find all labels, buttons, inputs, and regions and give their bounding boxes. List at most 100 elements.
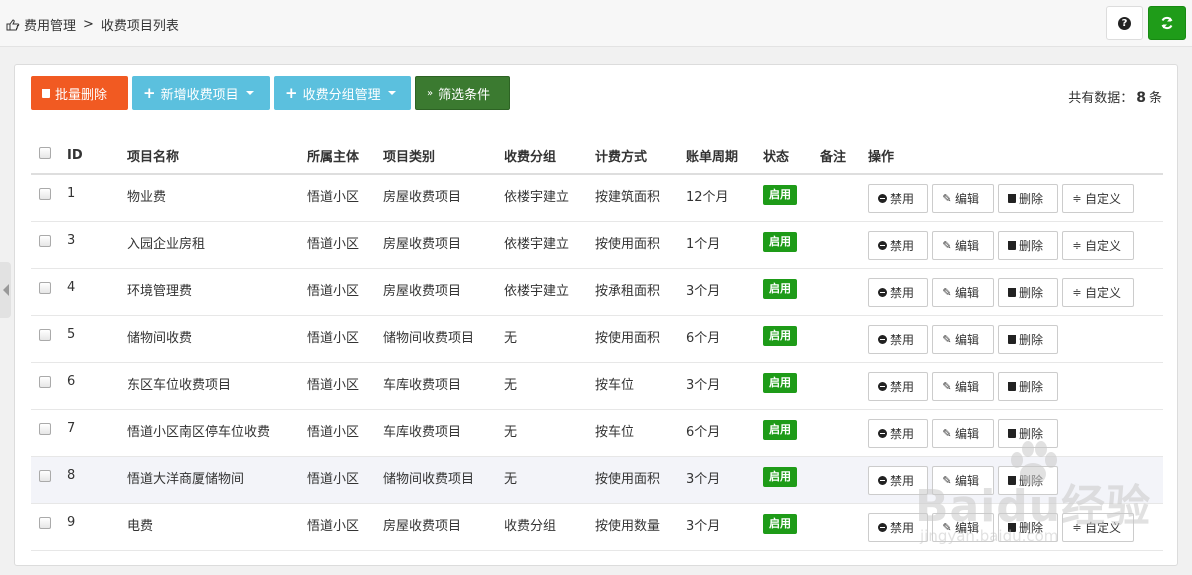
ban-icon [878, 287, 887, 297]
cell-cycle: 3个月 [686, 456, 763, 504]
status-badge: 启用 [763, 325, 797, 346]
row-checkbox[interactable] [39, 375, 51, 388]
disable-button[interactable]: 禁用 [868, 512, 928, 542]
cell-name: 东区车位收费项目 [127, 362, 307, 410]
cell-status: 启用 [763, 409, 820, 457]
disable-button[interactable]: 禁用 [868, 277, 928, 307]
delete-button[interactable]: 删除 [998, 371, 1058, 401]
delete-button[interactable]: 删除 [998, 277, 1058, 307]
edit-label: 编辑 [955, 285, 980, 300]
add-item-dropdown[interactable]: + 新增收费项目 [132, 76, 270, 110]
cell-note [820, 174, 868, 222]
status-badge: 启用 [763, 372, 797, 393]
table-row: 8 悟道大洋商厦储物间 悟道小区 储物间收费项目无按使用面积 3个月 启用 禁用 ✎ 编辑 删除 [31, 456, 1163, 504]
sliders-icon: ≑ [1072, 285, 1082, 299]
edit-button[interactable]: ✎ 编辑 [932, 230, 994, 260]
cell-owner: 悟道小区 [307, 221, 383, 269]
cell-id: 8 [67, 456, 127, 504]
disable-button[interactable]: 禁用 [868, 230, 928, 260]
row-checkbox[interactable] [39, 516, 51, 529]
col-actions: 操作 [868, 137, 1163, 175]
cell-owner: 悟道小区 [307, 174, 383, 222]
row-checkbox[interactable] [39, 234, 51, 247]
cell-actions: 禁用 ✎ 编辑 删除 [868, 362, 1163, 410]
cell-status: 启用 [763, 503, 820, 551]
row-select-cell [31, 409, 67, 457]
edit-label: 编辑 [955, 426, 980, 441]
delete-button[interactable]: 删除 [998, 324, 1058, 354]
cell-status: 启用 [763, 221, 820, 269]
delete-button[interactable]: 删除 [998, 512, 1058, 542]
sidebar-toggle[interactable] [0, 262, 11, 318]
main-panel: 批量删除 + 新增收费项目 + 收费分组管理 » 筛选条件 共有数据：8条 [14, 64, 1178, 566]
row-checkbox[interactable] [39, 328, 51, 341]
status-badge: 启用 [763, 419, 797, 440]
custom-button[interactable]: ≑ 自定义 [1062, 184, 1134, 213]
disable-button[interactable]: 禁用 [868, 324, 928, 354]
trash-icon [1008, 475, 1016, 485]
delete-button[interactable]: 删除 [998, 184, 1058, 213]
ban-icon [878, 475, 887, 485]
row-checkbox[interactable] [39, 188, 51, 200]
ban-icon [878, 194, 887, 203]
col-group: 收费分组 [504, 137, 595, 175]
edit-button[interactable]: ✎ 编辑 [932, 418, 994, 448]
status-badge: 启用 [763, 466, 797, 487]
total-suffix: 条 [1148, 91, 1162, 106]
edit-button[interactable]: ✎ 编辑 [932, 184, 994, 213]
cell-category: 房屋收费项目 [383, 174, 504, 222]
cell-cycle: 3个月 [686, 362, 763, 410]
row-checkbox[interactable] [39, 281, 51, 294]
table-row: 4 环境管理费 悟道小区 房屋收费项目 依楼宇建立 按承租面积 3个月 启用 禁用 ✎ 编辑 删除 ≑ 自… [31, 268, 1163, 316]
delete-button[interactable]: 删除 [998, 465, 1058, 495]
disable-label: 禁用 [890, 332, 915, 347]
edit-button[interactable]: ✎ 编辑 [932, 371, 994, 401]
delete-button[interactable]: 删除 [998, 230, 1058, 260]
trash-icon [1008, 334, 1016, 344]
edit-button[interactable]: ✎ 编辑 [932, 277, 994, 307]
status-badge: 启用 [763, 185, 797, 205]
delete-label: 删除 [1019, 238, 1044, 253]
delete-button[interactable]: 删除 [998, 418, 1058, 448]
help-button[interactable]: ? [1106, 6, 1143, 40]
batch-delete-button[interactable]: 批量删除 [31, 76, 128, 110]
cell-category: 房屋收费项目 [383, 503, 504, 551]
disable-button[interactable]: 禁用 [868, 418, 928, 448]
edit-icon: ✎ [942, 520, 952, 534]
group-manage-dropdown[interactable]: + 收费分组管理 [274, 76, 411, 110]
cell-owner: 悟道小区 [307, 456, 383, 504]
edit-icon: ✎ [942, 285, 952, 299]
edit-button[interactable]: ✎ 编辑 [932, 324, 994, 354]
cell-note [820, 221, 868, 269]
row-select-cell [31, 268, 67, 316]
disable-button[interactable]: 禁用 [868, 465, 928, 495]
breadcrumb-parent[interactable]: 费用管理 [24, 15, 76, 34]
edit-button[interactable]: ✎ 编辑 [932, 512, 994, 542]
disable-button[interactable]: 禁用 [868, 184, 928, 213]
table-row: 7 悟道小区南区停车位收费 悟道小区 车库收费项目无按车位 6个月 启用 禁用 ✎ 编辑 删除 [31, 409, 1163, 457]
custom-button[interactable]: ≑ 自定义 [1062, 277, 1134, 307]
row-checkbox[interactable] [39, 422, 51, 435]
cell-owner: 悟道小区 [307, 268, 383, 316]
col-note: 备注 [820, 137, 868, 175]
cell-actions: 禁用 ✎ 编辑 删除 [868, 315, 1163, 363]
custom-button[interactable]: ≑ 自定义 [1062, 512, 1134, 542]
row-checkbox[interactable] [39, 469, 51, 482]
select-all-checkbox[interactable] [39, 147, 51, 159]
custom-button[interactable]: ≑ 自定义 [1062, 230, 1134, 260]
edit-button[interactable]: ✎ 编辑 [932, 465, 994, 495]
cell-name: 悟道小区南区停车位收费 [127, 409, 307, 457]
add-item-label: 新增收费项目 [160, 87, 239, 103]
table-header-row: ID 项目名称 所属主体 项目类别 收费分组 计费方式 账单周期 状态 备注 操… [31, 137, 1163, 175]
cell-note [820, 503, 868, 551]
disable-button[interactable]: 禁用 [868, 371, 928, 401]
custom-label: 自定义 [1085, 192, 1122, 206]
row-select-cell [31, 456, 67, 504]
edit-label: 编辑 [955, 379, 980, 394]
cell-billing: 按车位 [595, 409, 686, 457]
breadcrumb-current: 收费项目列表 [100, 19, 179, 34]
caret-down-icon [387, 91, 396, 95]
refresh-button[interactable] [1148, 6, 1186, 40]
filter-button[interactable]: » 筛选条件 [415, 76, 510, 110]
cell-cycle: 12个月 [686, 174, 763, 222]
